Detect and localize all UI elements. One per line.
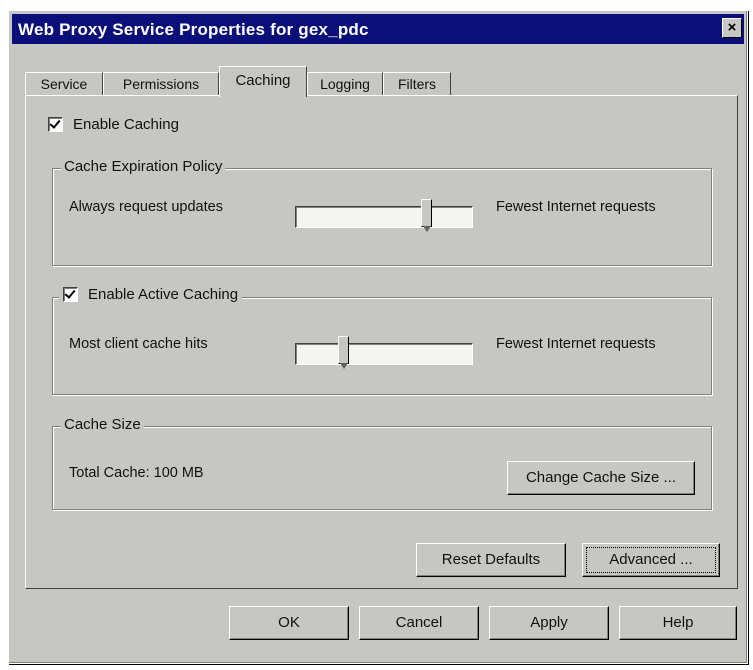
help-button[interactable]: Help: [619, 606, 737, 640]
expiration-policy-slider[interactable]: [295, 199, 473, 232]
active-caching-left-label: Most client cache hits: [69, 336, 208, 352]
cancel-button[interactable]: Cancel: [359, 606, 479, 640]
cache-expiration-policy-group: Cache Expiration Policy Always request u…: [52, 158, 712, 266]
expiration-right-label: Fewest Internet requests: [496, 199, 656, 215]
enable-caching-label: Enable Caching: [73, 116, 179, 133]
enable-active-caching-checkbox[interactable]: Enable Active Caching: [59, 286, 243, 303]
advanced-button[interactable]: Advanced ...: [582, 543, 720, 577]
change-cache-size-button[interactable]: Change Cache Size ...: [507, 461, 695, 495]
window-title: Web Proxy Service Properties for gex_pdc: [18, 20, 369, 39]
slider-thumb[interactable]: [338, 336, 349, 369]
close-button[interactable]: ×: [722, 18, 742, 38]
caching-panel: Enable Caching Cache Expiration Policy A…: [25, 95, 738, 589]
enable-caching-checkbox[interactable]: Enable Caching: [48, 116, 179, 133]
total-cache-value: Total Cache: 100 MB: [69, 465, 204, 481]
tab-filters[interactable]: Filters: [383, 72, 451, 96]
ok-button[interactable]: OK: [229, 606, 349, 640]
enable-active-caching-label: Enable Active Caching: [88, 286, 239, 303]
tab-service[interactable]: Service: [25, 72, 103, 96]
apply-button[interactable]: Apply: [489, 606, 609, 640]
active-caching-group: Enable Active Caching Most client cache …: [52, 286, 712, 395]
checkbox-checked-icon: [48, 117, 63, 132]
active-caching-slider[interactable]: [295, 336, 473, 369]
cache-size-group: Cache Size Total Cache: 100 MB Change Ca…: [52, 416, 712, 510]
tab-logging[interactable]: Logging: [307, 72, 383, 96]
cache-expiration-policy-label: Cache Expiration Policy: [61, 158, 226, 175]
slider-thumb[interactable]: [421, 199, 432, 232]
title-bar[interactable]: Web Proxy Service Properties for gex_pdc…: [12, 14, 744, 44]
checkbox-checked-icon: [63, 287, 78, 302]
reset-defaults-button[interactable]: Reset Defaults: [416, 543, 566, 577]
tab-caching[interactable]: Caching: [219, 66, 307, 97]
properties-dialog: Web Proxy Service Properties for gex_pdc…: [8, 10, 748, 664]
cache-size-label: Cache Size: [61, 416, 144, 433]
expiration-left-label: Always request updates: [69, 199, 223, 215]
active-caching-right-label: Fewest Internet requests: [496, 336, 656, 352]
tab-permissions[interactable]: Permissions: [103, 72, 219, 96]
